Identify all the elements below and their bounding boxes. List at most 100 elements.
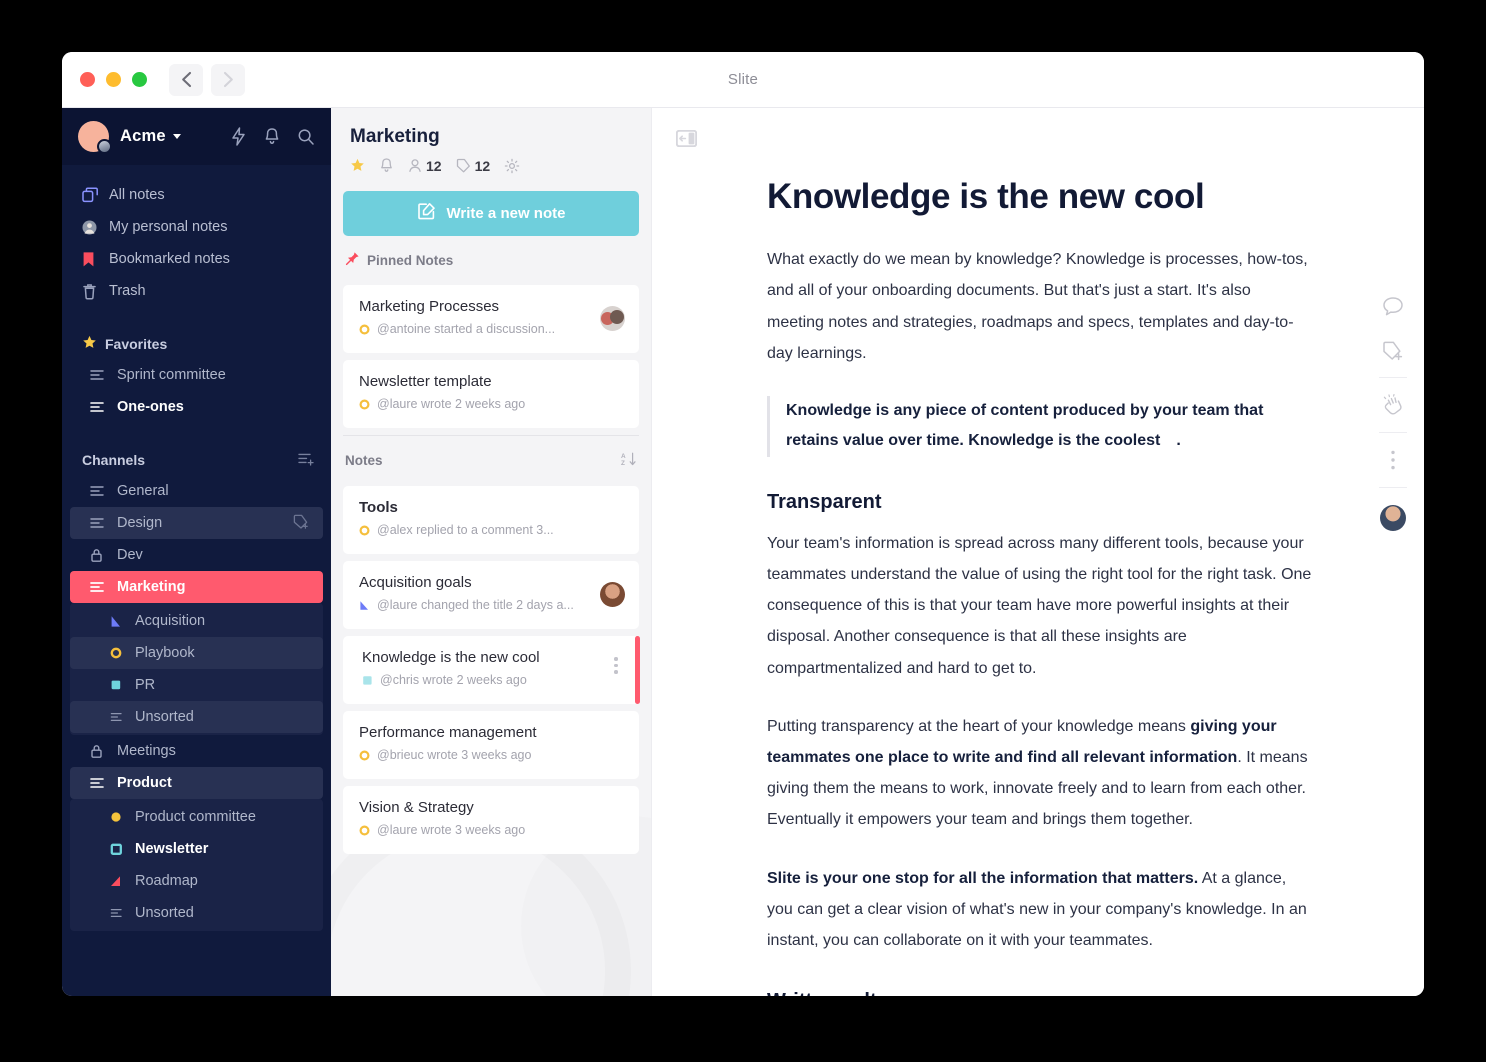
workspace-name: Acme	[120, 127, 166, 145]
sidebar-item-label: Product committee	[135, 809, 256, 825]
favorite-star-icon[interactable]	[350, 158, 365, 173]
notifications-bell-icon[interactable]	[379, 157, 394, 174]
channel-lines-icon	[90, 369, 109, 381]
collapse-panel-icon[interactable]	[675, 129, 698, 151]
divider	[1379, 487, 1407, 488]
document-heading-transparent[interactable]: Transparent	[767, 491, 1312, 514]
note-title: Marketing Processes	[359, 298, 500, 315]
document-paragraph[interactable]: Putting transparency at the heart of you…	[767, 711, 1312, 836]
tag-add-icon[interactable]	[293, 514, 309, 533]
sidebar-item-sprint-committee[interactable]: Sprint committee	[70, 359, 323, 391]
note-card[interactable]: Acquisition goals @laure changed the tit…	[343, 561, 639, 629]
sidebar-item-pr[interactable]: PR	[70, 669, 323, 701]
divider	[1379, 432, 1407, 433]
sidebar-item-label: Bookmarked notes	[109, 251, 230, 267]
note-card[interactable]: Vision & Strategy @laure wrote 3 weeks a…	[343, 786, 639, 854]
sidebar-item-trash[interactable]: Trash	[62, 275, 331, 307]
user-avatar-badge	[97, 139, 112, 154]
document-paragraph[interactable]: Your team's information is spread across…	[767, 528, 1312, 684]
sidebar-item-all-notes[interactable]: All notes	[62, 179, 331, 211]
maximize-button[interactable]	[132, 72, 147, 87]
add-channel-icon[interactable]	[298, 452, 315, 469]
pin-icon	[345, 251, 360, 269]
notes-list-header: Notes AZ	[341, 436, 641, 479]
note-card[interactable]: Performance management @brieuc wrote 3 w…	[343, 711, 639, 779]
sidebar-item-one-ones[interactable]: One-ones	[70, 391, 323, 423]
marketing-children: Acquisition Playbook PR Unsorted	[70, 603, 323, 735]
sidebar-item-acquisition[interactable]: Acquisition	[70, 605, 323, 637]
left-sidebar: Acme All notes My personal notes Bookmar…	[62, 108, 331, 996]
document-content: Knowledge is the new cool What exactly d…	[652, 152, 1312, 996]
pinned-note-card[interactable]: Marketing Processes @antoine started a d…	[343, 285, 639, 353]
sidebar-item-product-committee[interactable]: Product committee	[70, 801, 323, 833]
document-paragraph[interactable]: Slite is your one stop for all the infor…	[767, 863, 1312, 957]
sidebar-item-label: Sprint committee	[117, 367, 226, 383]
chevron-left-icon	[181, 71, 191, 88]
chevron-right-icon	[223, 71, 233, 88]
sidebar-item-playbook[interactable]: Playbook	[70, 637, 323, 669]
channel-settings-gear-icon[interactable]	[504, 158, 520, 174]
note-activity: @laure wrote 2 weeks ago	[377, 397, 526, 411]
sidebar-item-label: Product	[117, 775, 172, 791]
sidebar-item-dev[interactable]: Dev	[70, 539, 323, 571]
tags-count[interactable]: 12	[456, 158, 490, 174]
document-blockquote[interactable]: Knowledge is any piece of content produc…	[767, 396, 1312, 457]
channels-section-header: Channels	[62, 445, 331, 475]
note-card[interactable]: Tools @alex replied to a comment 3...	[343, 486, 639, 554]
document-pane: Knowledge is the new cool What exactly d…	[651, 108, 1424, 996]
sidebar-item-unsorted-product[interactable]: Unsorted	[70, 897, 323, 929]
forward-button[interactable]	[211, 63, 245, 96]
pinned-note-card[interactable]: Newsletter template @laure wrote 2 weeks…	[343, 360, 639, 428]
search-icon[interactable]	[297, 128, 315, 146]
members-count[interactable]: 12	[408, 158, 442, 174]
back-button[interactable]	[169, 63, 203, 96]
minimize-button[interactable]	[106, 72, 121, 87]
sidebar-item-label: Roadmap	[135, 873, 198, 889]
chevron-down-icon[interactable]	[172, 134, 181, 139]
sidebar-item-unsorted-marketing[interactable]: Unsorted	[70, 701, 323, 733]
sidebar-item-label: Acquisition	[135, 613, 206, 629]
more-options-icon[interactable]	[1374, 438, 1412, 482]
clap-icon[interactable]	[1374, 383, 1412, 427]
unsorted-icon	[110, 907, 127, 919]
channel-title: Marketing	[350, 126, 440, 147]
document-toolbar	[652, 108, 1424, 152]
tag-add-icon[interactable]	[1374, 328, 1412, 372]
shortcuts-icon[interactable]	[230, 127, 247, 146]
document-right-rail	[1362, 108, 1424, 996]
trash-icon	[82, 283, 101, 300]
workspace-header[interactable]: Acme	[62, 108, 331, 165]
comment-icon[interactable]	[1374, 284, 1412, 328]
channels-title: Channels	[82, 452, 146, 468]
note-card-selected[interactable]: Knowledge is the new cool @chris wrote 2…	[343, 636, 640, 704]
sidebar-item-product[interactable]: Product	[70, 767, 323, 799]
sort-icon[interactable]: AZ	[621, 451, 637, 470]
square-cyan-icon	[362, 675, 373, 686]
close-button[interactable]	[80, 72, 95, 87]
more-options-icon[interactable]	[607, 657, 625, 674]
notes-title: Notes	[345, 453, 383, 468]
sidebar-item-label: Dev	[117, 547, 143, 563]
sidebar-item-design[interactable]: Design	[70, 507, 323, 539]
sidebar-item-bookmarked-notes[interactable]: Bookmarked notes	[62, 243, 331, 275]
sidebar-item-general[interactable]: General	[70, 475, 323, 507]
sidebar-item-newsletter[interactable]: Newsletter	[70, 833, 323, 865]
sidebar-item-my-personal-notes[interactable]: My personal notes	[62, 211, 331, 243]
sidebar-item-marketing[interactable]: Marketing	[70, 571, 323, 603]
person-avatar-icon	[82, 220, 101, 235]
document-paragraph[interactable]: What exactly do we mean by knowledge? Kn…	[767, 244, 1312, 369]
write-new-note-button[interactable]: Write a new note	[343, 191, 639, 236]
document-heading-written-culture[interactable]: Written culture	[767, 990, 1312, 996]
document-title[interactable]: Knowledge is the new cool	[767, 176, 1312, 217]
compose-icon	[417, 202, 436, 225]
sidebar-item-roadmap[interactable]: Roadmap	[70, 865, 323, 897]
traffic-lights	[80, 72, 147, 87]
circle-yellow-icon	[359, 749, 370, 761]
star-icon	[82, 335, 97, 353]
notifications-icon[interactable]	[264, 127, 280, 146]
collaborator-avatar[interactable]	[1380, 505, 1406, 531]
note-title: Vision & Strategy	[359, 799, 474, 816]
sidebar-item-meetings[interactable]: Meetings	[70, 735, 323, 767]
square-cyan-icon	[110, 679, 127, 691]
